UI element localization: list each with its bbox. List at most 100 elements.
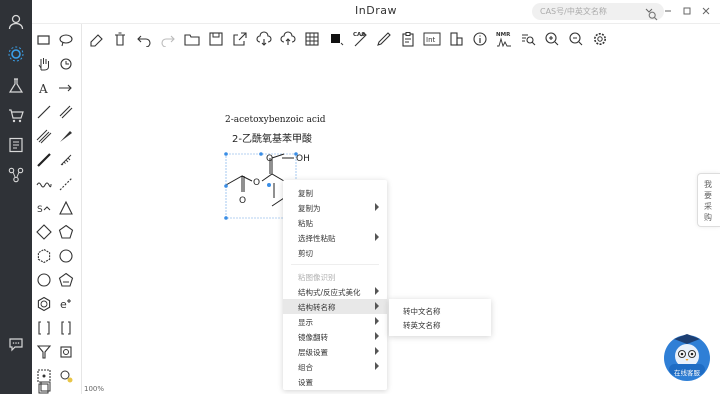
single-bond-icon[interactable]: [34, 102, 54, 122]
hydroxyl-label: OH: [296, 154, 310, 164]
dashed-bond-icon[interactable]: [56, 174, 76, 194]
triple-bond-icon[interactable]: [34, 126, 54, 146]
wedge-bond-icon[interactable]: [56, 126, 76, 146]
benzene-icon[interactable]: [34, 294, 54, 314]
zoom-level: 100%: [84, 385, 105, 393]
menu-item-group[interactable]: 组合: [283, 359, 387, 374]
lasso-icon[interactable]: [56, 30, 76, 50]
cas-tool-icon[interactable]: CAS: [350, 29, 370, 49]
left-nav-bar: [0, 0, 32, 394]
flask-icon[interactable]: [4, 74, 28, 98]
menu-item-beautify[interactable]: 结构式/反应式美化: [283, 284, 387, 299]
menu-item-paste[interactable]: 粘贴: [283, 215, 387, 230]
cloud-upload-icon[interactable]: [278, 29, 298, 49]
hash-bond-icon[interactable]: [56, 150, 76, 170]
context-menu: 复制 复制为 粘贴 选择性粘贴 剪切 粘图像识别 结构式/反应式美化 结构转名称…: [283, 180, 387, 390]
menu-item-paste-special[interactable]: 选择性粘贴: [283, 230, 387, 245]
main-toolbar: CAS Int NMR: [82, 27, 720, 53]
molecule-name-english[interactable]: 2-acetoxybenzoic acid: [225, 115, 326, 125]
minimize-icon[interactable]: [660, 3, 676, 19]
integer-icon[interactable]: Int: [422, 29, 442, 49]
molecule-name-chinese[interactable]: 2-乙酰氧基苯甲酸: [232, 130, 312, 145]
menu-item-settings[interactable]: 设置: [283, 374, 387, 389]
color-fill-icon[interactable]: [326, 29, 346, 49]
svg-text:NMR: NMR: [496, 32, 511, 38]
grid-icon[interactable]: [302, 29, 322, 49]
clipboard-icon[interactable]: [398, 29, 418, 49]
menu-item-copy-as[interactable]: 复制为: [283, 200, 387, 215]
bold-bond-icon[interactable]: [34, 150, 54, 170]
cart-icon[interactable]: [4, 104, 28, 128]
chat-icon[interactable]: [4, 332, 28, 356]
text-tool-icon[interactable]: A: [34, 78, 54, 98]
menu-item-layer-settings[interactable]: 层级设置: [283, 344, 387, 359]
user-icon[interactable]: [4, 10, 28, 34]
heptagon-ring-icon[interactable]: [56, 246, 76, 266]
double-bond-icon[interactable]: [56, 102, 76, 122]
save-icon[interactable]: [206, 29, 226, 49]
menu-separator: [291, 264, 379, 265]
svg-text:Int: Int: [426, 36, 436, 44]
triangle-ring-icon[interactable]: [56, 198, 76, 218]
customer-service-label: 在线客服: [674, 369, 700, 377]
notes-icon[interactable]: [4, 133, 28, 157]
cyclohexane-icon[interactable]: [34, 270, 54, 290]
hand-icon[interactable]: [34, 54, 54, 74]
arrow-tool-icon[interactable]: [56, 78, 76, 98]
chevron-right-icon: [375, 332, 379, 340]
zoom-out-icon[interactable]: [566, 29, 586, 49]
menu-item-display[interactable]: 显示: [283, 314, 387, 329]
eraser-icon[interactable]: [86, 29, 106, 49]
submenu-item-chinese-name[interactable]: 转中文名称: [403, 306, 441, 317]
open-folder-icon[interactable]: [182, 29, 202, 49]
search-structure-icon[interactable]: [518, 29, 538, 49]
chain-tool-icon[interactable]: S: [34, 198, 54, 218]
structure-icon[interactable]: [4, 42, 28, 66]
undo-icon[interactable]: [134, 29, 154, 49]
svg-text:A: A: [38, 82, 48, 96]
maximize-icon[interactable]: [679, 3, 695, 19]
nmr-icon[interactable]: NMR: [494, 29, 514, 49]
group-icon[interactable]: [34, 378, 54, 394]
settings-gear-icon[interactable]: [590, 29, 610, 49]
menu-item-copy[interactable]: 复制: [283, 185, 387, 200]
chevron-right-icon: [375, 203, 379, 211]
svg-text:e: e: [60, 298, 67, 311]
title-bar: InDraw CAS号/中英文名称: [32, 0, 720, 24]
cloud-download-icon[interactable]: [254, 29, 274, 49]
drawing-canvas[interactable]: [82, 56, 720, 394]
pentagon-ring-icon[interactable]: [56, 222, 76, 242]
zoom-in-icon[interactable]: [542, 29, 562, 49]
select-rect-icon[interactable]: [34, 30, 54, 50]
bracket-icon[interactable]: [34, 318, 54, 338]
oxygen-carbonyl-label: O: [266, 154, 273, 164]
redo-icon[interactable]: [158, 29, 178, 49]
electron-icon[interactable]: e: [56, 294, 76, 314]
chevron-right-icon: [375, 302, 379, 310]
indraw-window: InDraw CAS号/中英文名称 A S e CAS Int NMR 2-ac…: [0, 0, 720, 394]
oxygen-acetyl-label: O: [239, 196, 246, 206]
square-bracket-icon[interactable]: [56, 318, 76, 338]
building-icon[interactable]: [446, 29, 466, 49]
funnel-icon[interactable]: [34, 342, 54, 362]
delete-icon[interactable]: [110, 29, 130, 49]
hexagon-ring-icon[interactable]: [34, 246, 54, 266]
pin-icon[interactable]: [641, 3, 657, 19]
template-icon[interactable]: [56, 342, 76, 362]
info-icon[interactable]: [470, 29, 490, 49]
menu-item-mirror-flip[interactable]: 镜像翻转: [283, 329, 387, 344]
network-icon[interactable]: [4, 163, 28, 187]
menu-item-cut[interactable]: 剪切: [283, 245, 387, 260]
oxygen-ester-label: O: [253, 178, 260, 188]
cyclopentane-icon[interactable]: [56, 270, 76, 290]
menu-item-structure-to-name[interactable]: 结构转名称: [283, 299, 387, 314]
rotate-icon[interactable]: [56, 54, 76, 74]
submenu-item-english-name[interactable]: 转英文名称: [403, 320, 441, 331]
brush-icon[interactable]: [374, 29, 394, 49]
molecule-library-icon[interactable]: [56, 366, 76, 386]
export-icon[interactable]: [230, 29, 250, 49]
wavy-bond-icon[interactable]: [34, 174, 54, 194]
square-ring-icon[interactable]: [34, 222, 54, 242]
purchase-tab[interactable]: 我要采购: [697, 173, 720, 227]
close-icon[interactable]: [698, 3, 714, 19]
